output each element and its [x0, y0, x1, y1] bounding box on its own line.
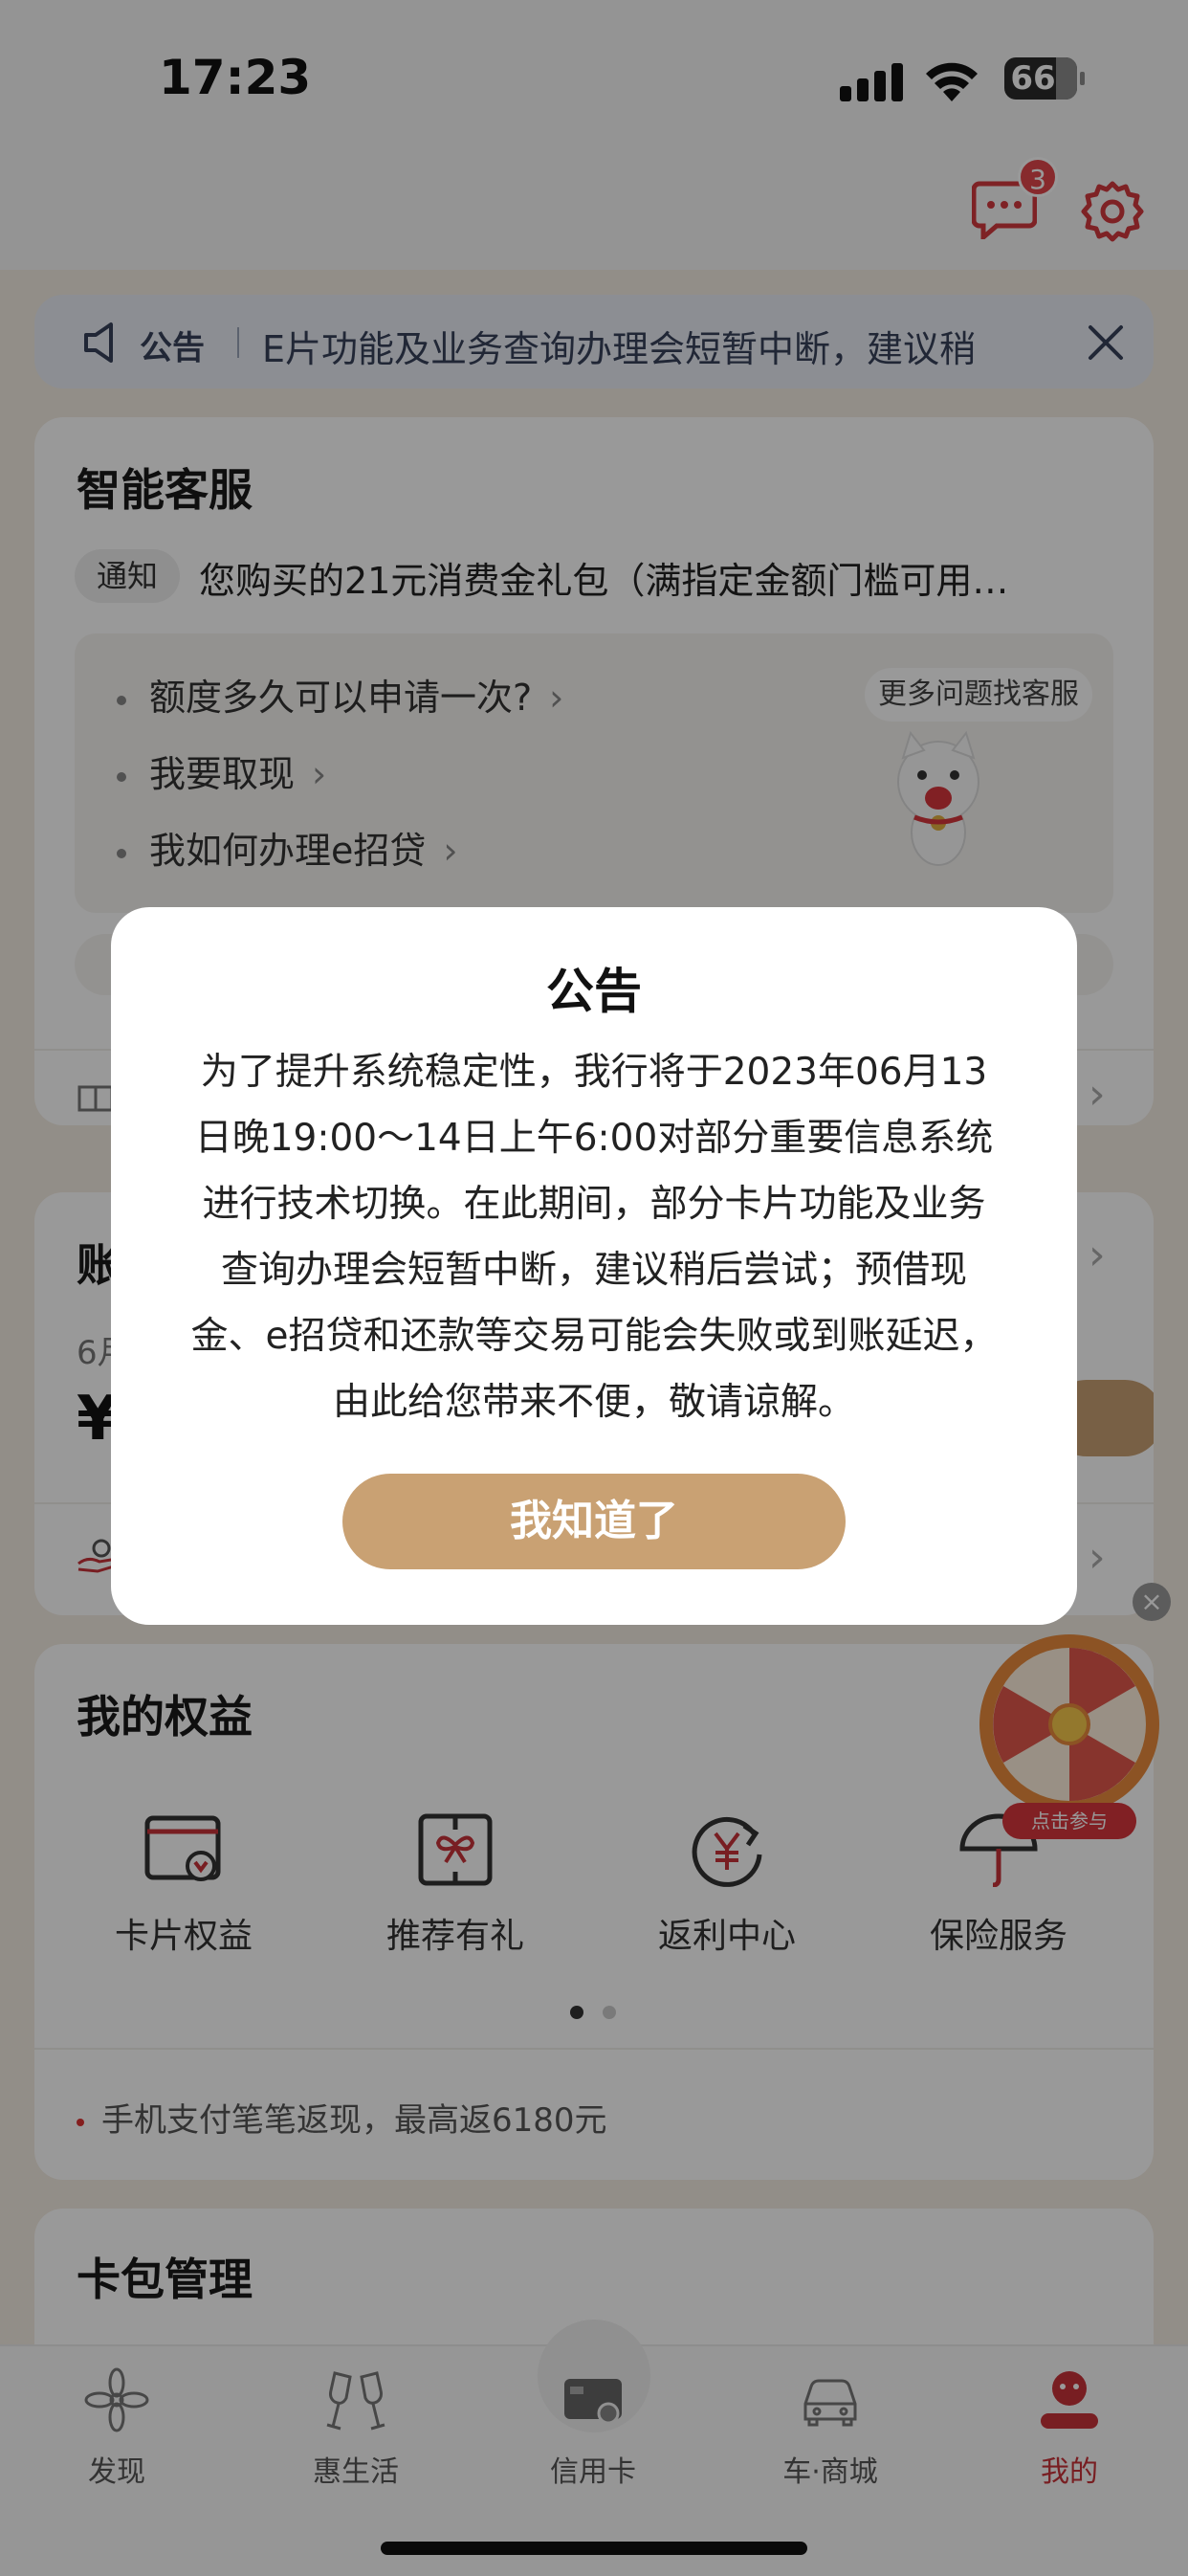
acknowledge-button[interactable]: 我知道了	[342, 1474, 846, 1569]
announcement-modal: 公告 为了提升系统稳定性，我行将于2023年06月13 日晚19:00～14日上…	[111, 907, 1077, 1625]
modal-line: 为了提升系统稳定性，我行将于2023年06月13	[200, 1051, 988, 1094]
modal-title: 公告	[546, 964, 642, 1019]
modal-body: 为了提升系统稳定性，我行将于2023年06月13 日晚19:00～14日上午6:…	[165, 1039, 1023, 1435]
modal-line: 日晚19:00～14日上午6:00对部分重要信息系统	[194, 1117, 994, 1160]
app-screen: 17:23 66 3 公告 E片功能及业务查询办理会短暂中断，建议稍 智能客服 …	[0, 0, 1188, 2576]
modal-line: 由此给您带来不便，敬请谅解。	[332, 1381, 855, 1424]
modal-line: 查询办理会短暂中断，建议稍后尝试；预借现	[220, 1249, 967, 1292]
modal-line: 金、e招贷和还款等交易可能会失败或到账延迟，	[190, 1315, 998, 1358]
modal-line: 进行技术切换。在此期间，部分卡片功能及业务	[202, 1183, 986, 1226]
